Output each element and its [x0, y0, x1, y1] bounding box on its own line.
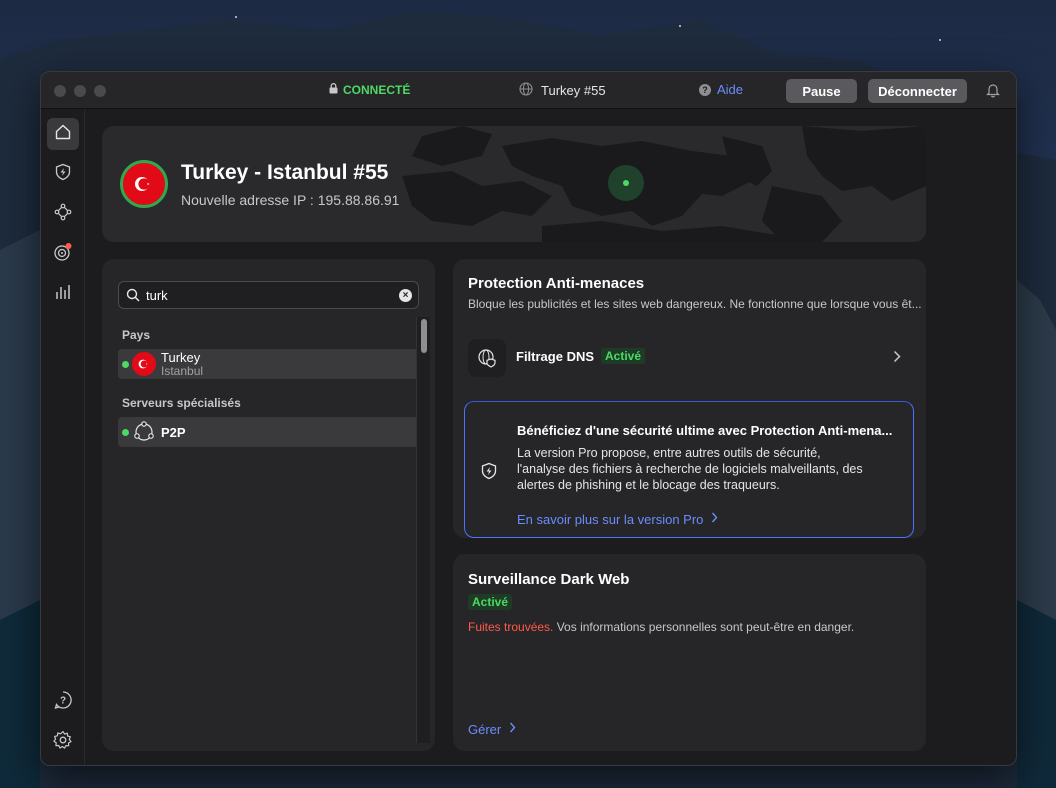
pro-upsell-line: La version Pro propose, entre autres out… [517, 446, 821, 460]
country-city: Istanbul [161, 364, 204, 378]
leaks-found-text: Fuites trouvées. [468, 620, 554, 634]
settings-gear-icon [53, 730, 73, 755]
sidebar-item-threat-protection[interactable] [47, 158, 79, 190]
dark-web-title: Surveillance Dark Web [468, 571, 630, 588]
specialty-row-p2p[interactable]: P2P [118, 417, 422, 447]
pro-learn-more-link[interactable]: En savoir plus sur la version Pro [517, 510, 718, 528]
threat-protection-card: Protection Anti-menaces Bloque les publi… [453, 259, 926, 538]
pro-upsell-line: alertes de phishing et le blocage des tr… [517, 478, 780, 492]
help-link[interactable]: ? Aide [699, 82, 743, 97]
sidebar-item-settings[interactable] [47, 726, 79, 758]
online-indicator [122, 429, 129, 436]
shield-bolt-icon [54, 163, 72, 186]
search-value: turk [146, 288, 168, 303]
sidebar-item-help[interactable]: ? [47, 686, 79, 718]
current-server: Turkey #55 [519, 82, 606, 99]
globe-icon [519, 82, 533, 99]
close-window-button[interactable] [54, 85, 66, 97]
server-search-input[interactable]: turk × [118, 281, 419, 309]
dns-filtering-label: Filtrage DNS [516, 349, 595, 364]
ip-address-line: Nouvelle adresse IP : 195.88.86.91 [181, 192, 400, 208]
sidebar-item-dark-web-monitor[interactable] [47, 238, 79, 270]
server-list-panel: turk × Pays Turkey Istanbul Serveurs spé… [102, 259, 435, 751]
dark-web-monitor-card: Surveillance Dark Web Activé Fuites trou… [453, 554, 926, 751]
manage-label: Gérer [468, 721, 502, 737]
country-row-turkey[interactable]: Turkey Istanbul [118, 349, 422, 379]
help-icon: ? [53, 690, 73, 715]
specialty-name: P2P [161, 425, 186, 440]
scrollbar-thumb[interactable] [421, 319, 427, 353]
title-bar: CONNECTÉ Turkey #55 ? Aide Pause Déconne… [41, 72, 1016, 109]
dark-web-alert: Fuites trouvées. Vos informations person… [468, 620, 854, 634]
radar-target-icon [53, 242, 73, 267]
clear-search-icon[interactable]: × [399, 289, 412, 302]
turkey-flag-icon [120, 160, 168, 208]
world-map [402, 126, 926, 242]
connection-status: CONNECTÉ [329, 83, 410, 97]
sidebar-item-home[interactable] [47, 118, 79, 150]
server-list-scrollbar[interactable] [416, 317, 430, 743]
dns-globe-shield-icon [468, 339, 506, 377]
sidebar-item-meshnet[interactable] [47, 198, 79, 230]
dark-web-status-badge: Activé [468, 594, 513, 610]
notification-bell-icon[interactable] [986, 82, 1000, 103]
dns-filtering-row[interactable]: Filtrage DNS Activé [468, 339, 913, 377]
connection-hero-card: Turkey - Istanbul #55 Nouvelle adresse I… [102, 126, 926, 242]
specialty-servers-section-label: Serveurs spécialisés [122, 396, 241, 410]
help-circle-icon: ? [699, 83, 711, 96]
pro-upsell-box: Bénéficiez d'une sécurité ultime avec Pr… [464, 401, 914, 538]
home-icon [54, 123, 72, 146]
pro-link-label: En savoir plus sur la version Pro [517, 511, 704, 527]
chevron-right-icon [509, 720, 516, 738]
stats-bars-icon [54, 283, 72, 306]
dns-status-badge: Activé [601, 348, 646, 364]
shield-bolt-icon [480, 462, 498, 485]
sidebar: ? [41, 109, 85, 765]
server-name: Turkey #55 [541, 83, 606, 98]
chevron-right-icon [893, 350, 901, 368]
threat-protection-title: Protection Anti-menaces [468, 275, 645, 292]
pro-upsell-title: Bénéficiez d'une sécurité ultime avec Pr… [517, 423, 893, 438]
chevron-right-icon [711, 510, 718, 528]
turkey-flag-icon [132, 352, 156, 376]
help-label: Aide [717, 82, 744, 97]
zoom-window-button[interactable] [94, 85, 106, 97]
status-text: CONNECTÉ [343, 83, 411, 97]
pro-upsell-line: l'analyse des fichiers à recherche de lo… [517, 462, 863, 476]
network-nodes-icon [54, 203, 72, 226]
pro-upsell-body: La version Pro propose, entre autres out… [517, 445, 863, 493]
online-indicator [122, 361, 129, 368]
svg-text:?: ? [60, 695, 66, 706]
p2p-icon [133, 421, 155, 448]
lock-icon [329, 83, 338, 97]
threat-protection-description: Bloque les publicités et les sites web d… [468, 297, 922, 311]
country-name: Turkey [161, 350, 201, 365]
sidebar-item-statistics[interactable] [47, 278, 79, 310]
search-icon [126, 288, 140, 307]
manage-link[interactable]: Gérer [468, 720, 516, 738]
pause-button[interactable]: Pause [786, 79, 857, 103]
countries-section-label: Pays [122, 328, 151, 342]
dark-web-message: Vos informations personnelles sont peut-… [556, 620, 855, 634]
minimize-window-button[interactable] [74, 85, 86, 97]
connected-server-title: Turkey - Istanbul #55 [181, 161, 389, 184]
vpn-app-window: CONNECTÉ Turkey #55 ? Aide Pause Déconne… [40, 71, 1017, 766]
disconnect-button[interactable]: Déconnecter [868, 79, 967, 103]
